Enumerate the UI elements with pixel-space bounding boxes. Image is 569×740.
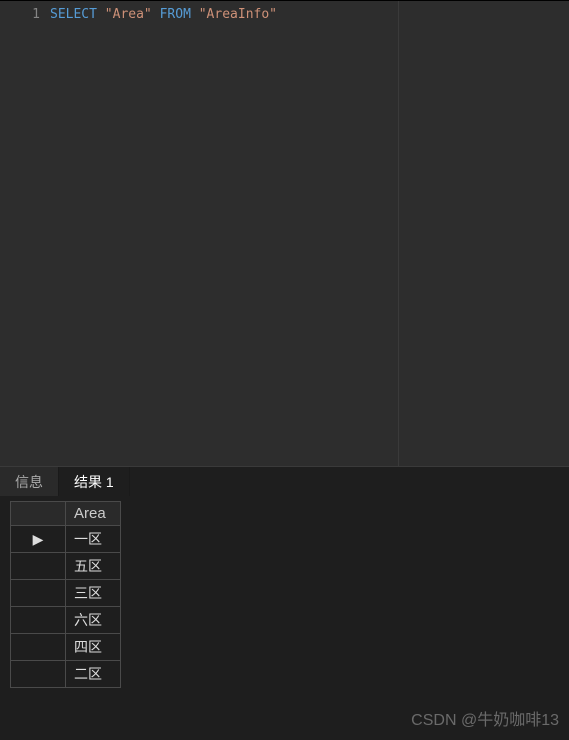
line-number: 1 bbox=[0, 7, 40, 22]
results-tab-bar: 信息 结果 1 bbox=[0, 466, 569, 496]
line-gutter: 1 bbox=[0, 1, 50, 466]
tab-info[interactable]: 信息 bbox=[0, 467, 59, 496]
table-row[interactable]: 五区 bbox=[11, 553, 121, 580]
indicator-header bbox=[11, 502, 66, 526]
tab-results[interactable]: 结果 1 bbox=[59, 467, 130, 496]
results-pane: Area ▶ 一区 五区 三区 六区 四区 bbox=[0, 496, 569, 693]
sql-identifier-area: "Area" bbox=[105, 7, 152, 22]
cell-value[interactable]: 五区 bbox=[66, 553, 121, 580]
sql-editor-pane: 1 SELECT "Area" FROM "AreaInfo" bbox=[0, 0, 569, 466]
table-row[interactable]: 六区 bbox=[11, 607, 121, 634]
watermark: CSDN @牛奶咖啡13 bbox=[411, 706, 559, 730]
sql-keyword-from: FROM bbox=[160, 7, 191, 22]
results-table: Area ▶ 一区 五区 三区 六区 四区 bbox=[10, 501, 121, 688]
row-indicator bbox=[11, 580, 66, 607]
cell-value[interactable]: 二区 bbox=[66, 661, 121, 688]
table-row[interactable]: 三区 bbox=[11, 580, 121, 607]
code-area[interactable]: SELECT "Area" FROM "AreaInfo" bbox=[50, 1, 569, 466]
table-row[interactable]: 四区 bbox=[11, 634, 121, 661]
row-indicator-icon: ▶ bbox=[11, 526, 66, 553]
cell-value[interactable]: 六区 bbox=[66, 607, 121, 634]
sql-keyword-select: SELECT bbox=[50, 7, 97, 22]
row-indicator bbox=[11, 634, 66, 661]
row-indicator bbox=[11, 553, 66, 580]
cell-value[interactable]: 三区 bbox=[66, 580, 121, 607]
row-indicator bbox=[11, 661, 66, 688]
table-row[interactable]: 二区 bbox=[11, 661, 121, 688]
cell-value[interactable]: 四区 bbox=[66, 634, 121, 661]
cell-value[interactable]: 一区 bbox=[66, 526, 121, 553]
table-row[interactable]: ▶ 一区 bbox=[11, 526, 121, 553]
sql-identifier-areainfo: "AreaInfo" bbox=[199, 7, 277, 22]
row-indicator bbox=[11, 607, 66, 634]
column-header-area[interactable]: Area bbox=[66, 502, 121, 526]
